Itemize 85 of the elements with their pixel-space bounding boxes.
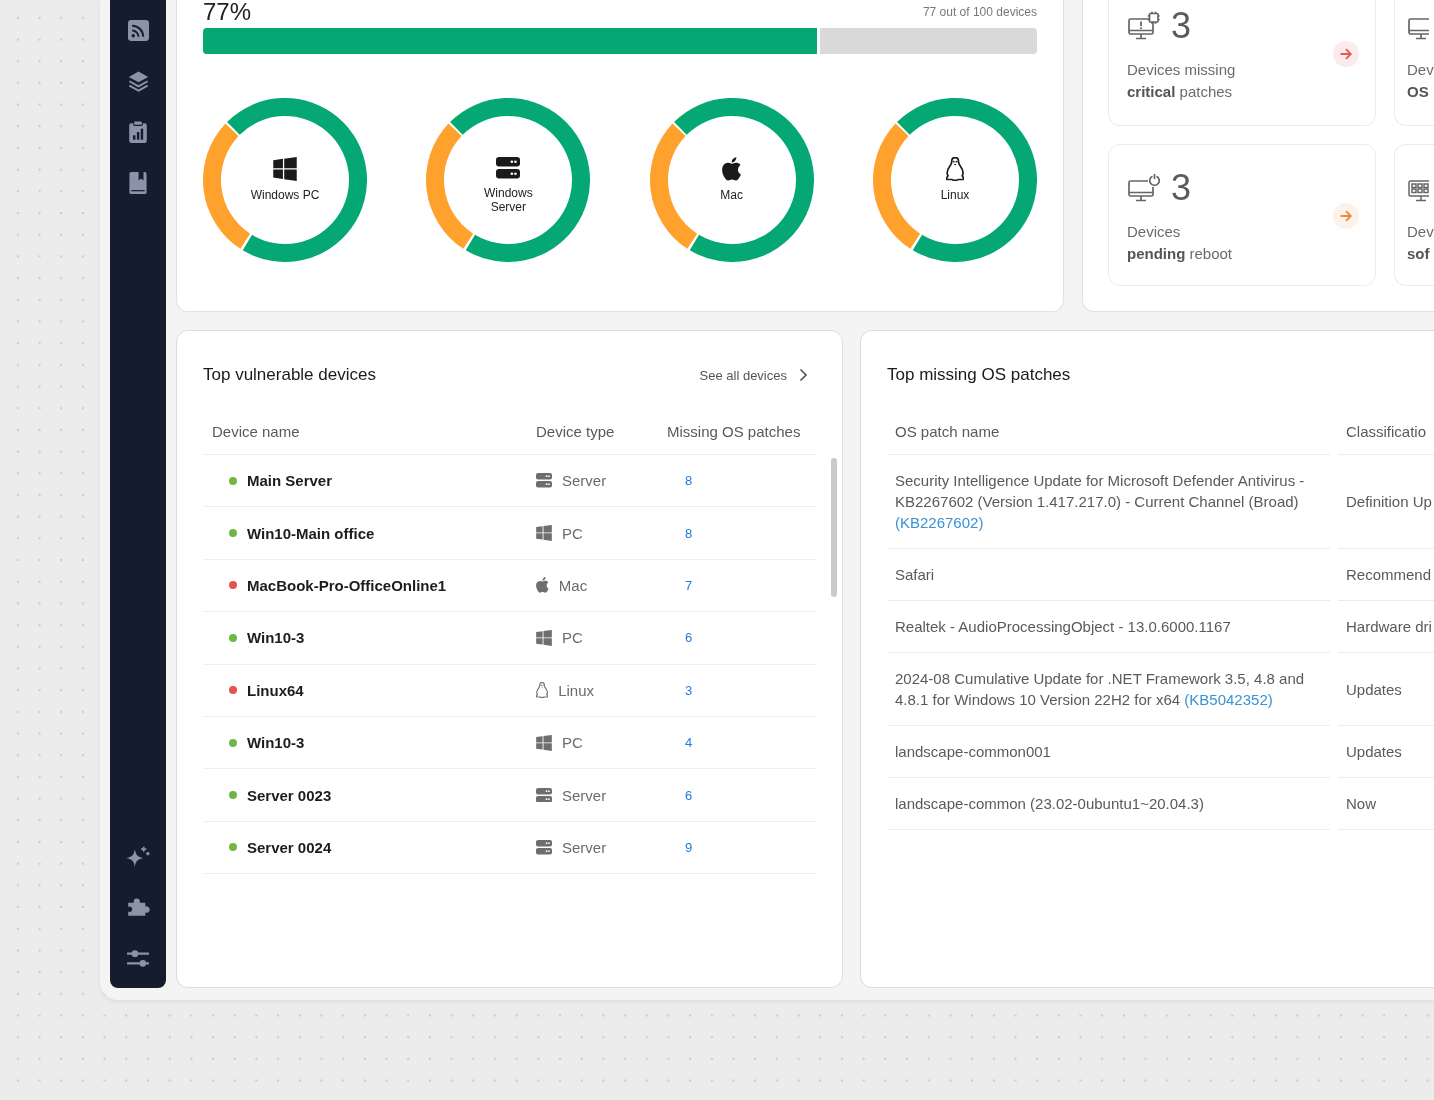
platform-label: Windows PC — [250, 188, 320, 202]
platform-label: Mac — [720, 188, 743, 202]
stat-title: Devices — [1127, 222, 1182, 242]
kb-link[interactable]: (KB5042352) — [1184, 691, 1273, 708]
patch-count[interactable]: 6 — [685, 787, 693, 803]
stat-title: Devices missing — [1127, 60, 1237, 80]
platform-label: Linux — [940, 188, 970, 202]
patch-count[interactable]: 7 — [685, 577, 693, 593]
apple-icon — [722, 157, 742, 181]
device-type: Linux — [558, 681, 594, 699]
platform-label: Windows Server — [483, 185, 534, 214]
patch-name: landscape-common (23.02-0ubuntu1~20.04.3) — [895, 795, 1204, 812]
stat-detail: sof — [1407, 244, 1431, 264]
device-name[interactable]: Linux64 — [247, 681, 304, 699]
device-type: Mac — [558, 576, 588, 594]
device-type: Server — [562, 838, 607, 856]
column-header: OS patch name — [895, 423, 1000, 440]
scrollbar-thumb[interactable] — [831, 458, 837, 597]
server-icon — [536, 787, 552, 803]
card-title: Top vulnerable devices — [203, 365, 376, 385]
server-icon — [496, 157, 521, 179]
device-count-summary: 77 out of 100 devices — [922, 5, 1037, 19]
server-icon — [536, 473, 552, 488]
patch-count[interactable]: 4 — [685, 735, 693, 751]
device-type: PC — [562, 629, 583, 647]
chevron-icon — [799, 368, 807, 382]
patch-count[interactable]: 8 — [685, 473, 693, 489]
patch-name: Security Intelligence Update for Microsoft Defender Antivirus - KB2267602 (Version 1.417.217.0) - Current Channel (Broad) (KB2267602) — [895, 472, 1305, 531]
device-type: Server — [562, 786, 607, 804]
device-name[interactable]: Server 0023 — [247, 786, 332, 804]
device-name[interactable]: Win10-3 — [247, 734, 305, 752]
layers-icon[interactable] — [127, 70, 149, 92]
clipboard-chart-icon[interactable] — [129, 121, 147, 143]
patch-count[interactable]: 8 — [685, 525, 693, 541]
kb-link[interactable]: (KB2267602) — [895, 514, 984, 531]
stat-detail: OS — [1407, 82, 1430, 102]
rss-icon[interactable] — [127, 19, 149, 41]
patch-name: landscape-common001 — [895, 743, 1051, 760]
windows-icon — [273, 157, 297, 181]
device-name[interactable]: Main Server — [247, 472, 333, 490]
penguin-icon — [536, 682, 549, 699]
patch-count[interactable]: 6 — [685, 630, 693, 646]
stat-detail: critical patches — [1127, 82, 1234, 102]
monitor-alert-icon — [1127, 11, 1161, 41]
card-title: Top missing OS patches — [887, 365, 1071, 385]
patch-classification: Recommend — [1346, 565, 1432, 585]
patch-classification: Updates — [1346, 679, 1402, 700]
see-all-devices-link[interactable]: See all devices — [699, 367, 807, 383]
patch-classification: Now — [1346, 794, 1376, 814]
windows-icon — [536, 734, 552, 751]
device-type: PC — [562, 524, 583, 542]
column-header: Device name — [212, 423, 300, 440]
device-name[interactable]: Win10-3 — [247, 629, 305, 647]
windows-icon — [536, 629, 552, 646]
column-header: Missing OS patches — [667, 423, 801, 440]
device-name[interactable]: MacBook-Pro-OfficeOnline1 — [247, 576, 447, 594]
sparkle-icon[interactable] — [126, 845, 150, 867]
server-icon — [536, 840, 552, 855]
device-name[interactable]: Server 0024 — [247, 838, 332, 856]
device-type: Server — [562, 472, 607, 490]
patch-name: 2024-08 Cumulative Update for .NET Framework 3.5, 4.8 and 4.8.1 for Windows 10 Version 22H2 for x64 (KB5042352) — [895, 670, 1305, 708]
patch-classification: Definition Up — [1346, 492, 1432, 512]
stat-detail: pending reboot — [1127, 244, 1234, 264]
patch-count[interactable]: 9 — [685, 839, 693, 855]
device-type: PC — [562, 734, 583, 752]
column-header: Device type — [536, 423, 615, 440]
patch-classification: Hardware dri — [1346, 617, 1432, 637]
windows-icon — [536, 525, 552, 542]
device-name[interactable]: Win10-Main office — [247, 524, 375, 542]
penguin-icon — [945, 157, 965, 181]
monitor-power-icon — [1127, 173, 1161, 203]
patch-count[interactable]: 3 — [685, 682, 693, 698]
puzzle-icon[interactable] — [126, 898, 150, 916]
book-icon[interactable] — [129, 172, 147, 194]
stat-title: Dev — [1407, 60, 1434, 80]
patch-name: Realtek - AudioProcessingObject - 13.0.6000.1167 — [895, 618, 1231, 635]
sliders-icon[interactable] — [127, 949, 149, 967]
stat-title: Dev — [1407, 222, 1434, 242]
percentage-value: 77% — [203, 0, 252, 24]
stat-count: 3 — [1171, 172, 1192, 204]
column-header: Classificatio — [1346, 423, 1427, 440]
stat-count: 3 — [1171, 10, 1192, 42]
patch-name: Safari — [895, 566, 935, 583]
apple-icon — [536, 577, 549, 594]
patch-classification: Updates — [1346, 742, 1402, 762]
